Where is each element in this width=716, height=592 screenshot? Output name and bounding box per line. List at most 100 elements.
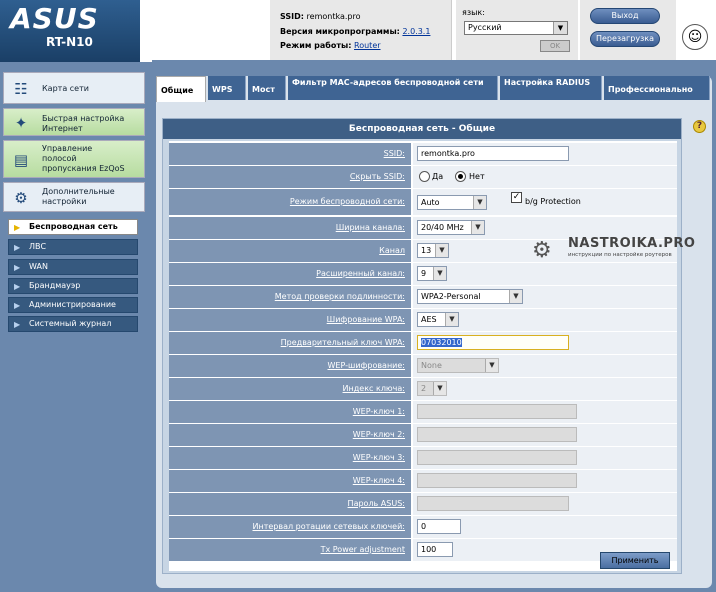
asus-password-label: Пароль ASUS:: [169, 493, 411, 515]
wpa-encryption-value: AES: [421, 315, 437, 324]
wep-encryption-row: WEP-шифрование: None ▼: [169, 355, 677, 377]
sidebar-item-wireless[interactable]: ▶ Беспроводная сеть: [8, 219, 138, 235]
sidebar-item-administration[interactable]: ▶ Администрирование: [8, 297, 138, 313]
wep-key-1-input[interactable]: [417, 404, 577, 419]
tab-bridge[interactable]: Мост: [248, 76, 286, 100]
header-spacer: [140, 0, 268, 62]
chevron-down-icon: ▼: [433, 267, 446, 280]
wep-key-2-row: WEP-ключ 2:: [169, 424, 677, 446]
tab-professional[interactable]: Профессионально: [604, 76, 710, 100]
tab-label: Профессионально: [608, 85, 693, 94]
wpa-key-row: Предварительный ключ WPA: 07032010: [169, 332, 677, 354]
sidebar: ☷ Карта сети ✦ Быстрая настройка Интерне…: [0, 62, 152, 592]
wep-encryption-cell: None ▼: [413, 355, 677, 377]
gear-icon: ⚙: [532, 238, 552, 263]
wep-key-1-row: WEP-ключ 1:: [169, 401, 677, 423]
key-rotation-label: Интервал ротации сетевых ключей:: [169, 516, 411, 538]
channel-width-value: 20/40 MHz: [421, 223, 464, 232]
sidebar-item-ezqos[interactable]: ▤ Управление полосой пропускания EzQoS: [3, 140, 145, 178]
logout-button[interactable]: Выход: [590, 8, 660, 24]
key-rotation-input[interactable]: 0: [417, 519, 461, 534]
hide-ssid-row: Скрыть SSID: Да Нет: [169, 166, 677, 188]
ext-channel-cell: 9 ▼: [413, 263, 677, 285]
sidebar-item-firewall[interactable]: ▶ Брандмауэр: [8, 278, 138, 294]
sidebar-item-label: Брандмауэр: [29, 281, 81, 290]
language-box: язык: Русский ▼ OK: [456, 0, 578, 62]
asus-logo: ASUS RT-N10: [0, 0, 140, 62]
ext-channel-row: Расширенный канал: 9 ▼: [169, 263, 677, 285]
wep-encryption-select[interactable]: None ▼: [417, 358, 499, 373]
sidebar-item-label: WAN: [29, 262, 48, 271]
language-select[interactable]: Русский ▼: [464, 21, 568, 35]
asus-password-input[interactable]: [417, 496, 569, 511]
wireless-mode-select[interactable]: Auto ▼: [417, 195, 487, 210]
mode-link[interactable]: Router: [354, 41, 381, 50]
sidebar-item-network-map[interactable]: ☷ Карта сети: [3, 72, 145, 104]
wireless-mode-label: Режим беспроводной сети:: [169, 189, 411, 215]
tab-label: WPS: [212, 85, 233, 94]
sidebar-item-system-log[interactable]: ▶ Системный журнал: [8, 316, 138, 332]
firmware-info-label: Версия микропрограммы:: [280, 27, 400, 36]
sidebar-item-label: Системный журнал: [29, 319, 112, 328]
watermark: ⚙ NASTROIKA.PRO инструкции по настройке …: [532, 236, 695, 266]
reboot-button[interactable]: Перезагрузка: [590, 31, 660, 47]
wpa-encryption-row: Шифрование WPA: AES ▼: [169, 309, 677, 331]
channel-select[interactable]: 13 ▼: [417, 243, 449, 258]
tab-label: Общие: [161, 86, 194, 95]
triangle-right-icon: ▶: [14, 282, 21, 291]
watermark-subtitle: инструкции по настройке роутеров: [568, 252, 672, 258]
sidebar-item-label: Быстрая настройка Интернет: [42, 114, 125, 133]
key-index-select[interactable]: 2 ▼: [417, 381, 447, 396]
language-ok-button[interactable]: OK: [540, 40, 570, 52]
hide-ssid-yes-radio[interactable]: [419, 171, 430, 182]
apply-button[interactable]: Применить: [600, 552, 670, 569]
sidebar-item-label: ЛВС: [29, 242, 47, 251]
tab-label: Мост: [252, 85, 275, 94]
bg-protection-checkbox[interactable]: ✓: [511, 192, 522, 203]
ext-channel-select[interactable]: 9 ▼: [417, 266, 447, 281]
watermark-title: NASTROIKA.PRO: [568, 236, 696, 251]
wep-key-2-input[interactable]: [417, 427, 577, 442]
chevron-down-icon: ▼: [509, 290, 522, 303]
sidebar-item-lan[interactable]: ▶ ЛВС: [8, 239, 138, 255]
wpa-key-input[interactable]: 07032010: [417, 335, 569, 350]
firmware-link[interactable]: 2.0.3.1: [402, 27, 430, 36]
wep-key-3-input[interactable]: [417, 450, 577, 465]
tab-wps[interactable]: WPS: [208, 76, 246, 100]
key-index-row: Индекс ключа: 2 ▼: [169, 378, 677, 400]
channel-width-label: Ширина канала:: [169, 217, 411, 239]
auth-method-value: WPA2-Personal: [421, 292, 481, 301]
wep-key-2-label: WEP-ключ 2:: [169, 424, 411, 446]
network-map-icon: ☷: [14, 80, 28, 98]
sidebar-item-quick-setup[interactable]: ✦ Быстрая настройка Интернет: [3, 108, 145, 136]
gear-icon: ⚙: [14, 189, 28, 207]
ssid-info-value: remontka.pro: [306, 12, 361, 21]
tab-mac-filter[interactable]: Фильтр MAC-адресов беспроводной сети: [288, 76, 498, 100]
auth-method-select[interactable]: WPA2-Personal ▼: [417, 289, 523, 304]
header: ASUS RT-N10 SSID: remontka.pro Версия ми…: [0, 0, 716, 62]
wireless-mode-row: Режим беспроводной сети: Auto ▼ ✓ b/g Pr…: [169, 189, 677, 215]
triangle-right-icon: ▶: [14, 301, 21, 310]
sidebar-item-wan[interactable]: ▶ WAN: [8, 259, 138, 275]
key-rotation-cell: 0: [413, 516, 677, 538]
tab-general[interactable]: Общие: [156, 76, 206, 102]
wep-key-4-input[interactable]: [417, 473, 577, 488]
tx-power-input[interactable]: 100: [417, 542, 453, 557]
chevron-down-icon: ▼: [473, 196, 486, 209]
tab-radius[interactable]: Настройка RADIUS: [500, 76, 602, 100]
ssid-row: SSID: remontka.pro: [169, 143, 677, 165]
ssid-input[interactable]: remontka.pro: [417, 146, 569, 161]
wpa-encryption-select[interactable]: AES ▼: [417, 312, 459, 327]
mode-info-label: Режим работы:: [280, 41, 352, 50]
sidebar-item-label: Администрирование: [29, 300, 116, 309]
hide-ssid-no-radio[interactable]: [455, 171, 466, 182]
chevron-down-icon: ▼: [471, 221, 484, 234]
channel-width-select[interactable]: 20/40 MHz ▼: [417, 220, 485, 235]
sidebar-item-advanced[interactable]: ⚙ Дополнительные настройки: [3, 182, 145, 212]
triangle-right-icon: ▶: [14, 320, 21, 329]
auth-method-row: Метод проверки подлинности: WPA2-Persona…: [169, 286, 677, 308]
help-icon[interactable]: ?: [693, 120, 706, 133]
wep-key-3-label: WEP-ключ 3:: [169, 447, 411, 469]
chevron-down-icon: ▼: [485, 359, 498, 372]
language-label: язык:: [462, 8, 485, 17]
